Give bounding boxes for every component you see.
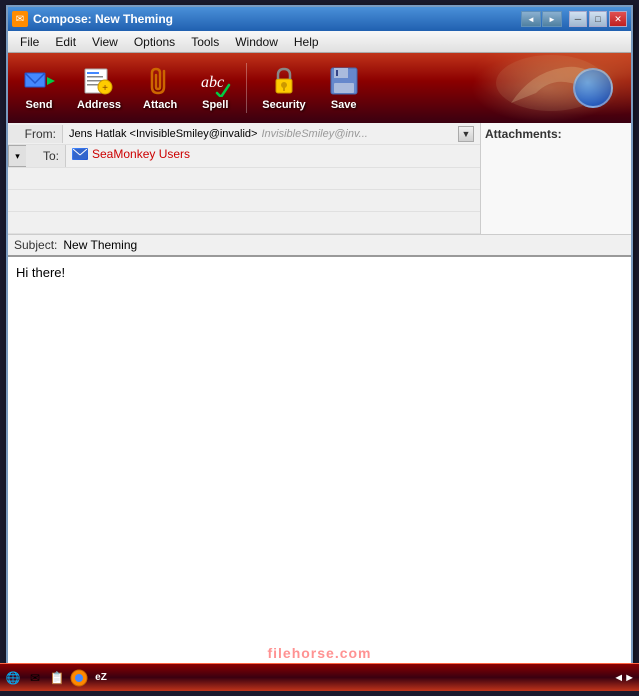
to-row: ▾ To: SeaMonkey Users xyxy=(8,145,480,168)
address-button[interactable]: + Address xyxy=(68,60,130,116)
attach-button[interactable]: Attach xyxy=(134,60,186,116)
attach-label: Attach xyxy=(143,99,177,111)
menu-options[interactable]: Options xyxy=(126,33,183,51)
from-italic-text: InvisibleSmiley@inv... xyxy=(261,128,367,140)
attachments-panel: Attachments: xyxy=(481,123,631,234)
menu-help[interactable]: Help xyxy=(286,33,327,51)
nav-back-button[interactable]: ◄ xyxy=(521,11,541,27)
header-fields: From: Jens Hatlak <InvisibleSmiley@inval… xyxy=(8,123,481,234)
extra-row-3 xyxy=(8,212,480,234)
from-dropdown[interactable]: ▼ xyxy=(458,126,474,142)
menu-window[interactable]: Window xyxy=(227,33,286,51)
attach-icon xyxy=(144,65,176,97)
toolbar: Send + Address xyxy=(8,53,631,123)
menu-tools[interactable]: Tools xyxy=(183,33,227,51)
toolbar-separator xyxy=(246,63,247,113)
spell-label: Spell xyxy=(202,99,228,111)
to-label: To: xyxy=(26,145,66,167)
send-button[interactable]: Send xyxy=(14,60,64,116)
taskbar: 🌐 ✉ 📋 eZ ◄► xyxy=(0,663,639,691)
to-value: SeaMonkey Users xyxy=(66,145,480,163)
minimize-button[interactable]: ─ xyxy=(569,11,587,27)
nav-forward-button[interactable]: ► xyxy=(542,11,562,27)
security-label: Security xyxy=(262,99,305,111)
subject-label: Subject: xyxy=(14,238,57,252)
save-label: Save xyxy=(331,99,357,111)
svg-text:+: + xyxy=(102,83,108,94)
extra-row-1 xyxy=(8,168,480,190)
security-icon xyxy=(268,65,300,97)
save-button[interactable]: Save xyxy=(319,60,369,116)
from-value: Jens Hatlak <InvisibleSmiley@invalid> In… xyxy=(63,124,480,144)
taskbar-right: ◄► xyxy=(613,672,635,684)
attachments-label: Attachments: xyxy=(485,127,562,141)
recipient-icon xyxy=(72,148,88,160)
subject-row: Subject: New Theming xyxy=(8,235,631,257)
svg-text:abc: abc xyxy=(201,74,224,91)
taskbar-icons: 🌐 ✉ 📋 eZ xyxy=(4,669,110,687)
body-text: Hi there! xyxy=(16,265,65,280)
taskbar-icon-globe[interactable]: 🌐 xyxy=(4,669,22,687)
spell-icon: abc xyxy=(199,65,231,97)
taskbar-volume[interactable]: ◄► xyxy=(613,672,635,684)
toolbar-decoration xyxy=(471,53,621,123)
menu-view[interactable]: View xyxy=(84,33,126,51)
globe-icon xyxy=(573,68,613,108)
save-icon xyxy=(328,65,360,97)
menubar: File Edit View Options Tools Window Help xyxy=(8,31,631,53)
send-label: Send xyxy=(26,99,53,111)
from-label: From: xyxy=(8,125,63,143)
taskbar-icon-browser[interactable] xyxy=(70,669,88,687)
taskbar-icon-mail[interactable]: ✉ xyxy=(26,669,44,687)
from-row: From: Jens Hatlak <InvisibleSmiley@inval… xyxy=(8,123,480,145)
send-icon xyxy=(23,65,55,97)
to-expand-button[interactable]: ▾ xyxy=(8,145,26,167)
security-button[interactable]: Security xyxy=(253,60,314,116)
menu-edit[interactable]: Edit xyxy=(47,33,84,51)
spell-button[interactable]: abc Spell xyxy=(190,60,240,116)
recipient-name: SeaMonkey Users xyxy=(92,147,190,161)
maximize-button[interactable]: □ xyxy=(589,11,607,27)
compose-window: ✉ Compose: New Theming ◄ ► ─ □ ✕ File Ed… xyxy=(6,5,633,673)
taskbar-icon-clipboard[interactable]: 📋 xyxy=(48,669,66,687)
compose-body[interactable]: Hi there! xyxy=(8,257,631,671)
address-label: Address xyxy=(77,99,121,111)
app-icon: ✉ xyxy=(12,11,28,27)
subject-value: New Theming xyxy=(63,238,137,252)
from-main-text: Jens Hatlak <InvisibleSmiley@invalid> xyxy=(69,128,257,140)
taskbar-icon-ez[interactable]: eZ xyxy=(92,669,110,687)
window-title: Compose: New Theming xyxy=(33,12,173,26)
close-button[interactable]: ✕ xyxy=(609,11,627,27)
header-area: From: Jens Hatlak <InvisibleSmiley@inval… xyxy=(8,123,631,235)
extra-row-2 xyxy=(8,190,480,212)
address-icon: + xyxy=(83,65,115,97)
menu-file[interactable]: File xyxy=(12,33,47,51)
titlebar: ✉ Compose: New Theming ◄ ► ─ □ ✕ xyxy=(8,7,631,31)
